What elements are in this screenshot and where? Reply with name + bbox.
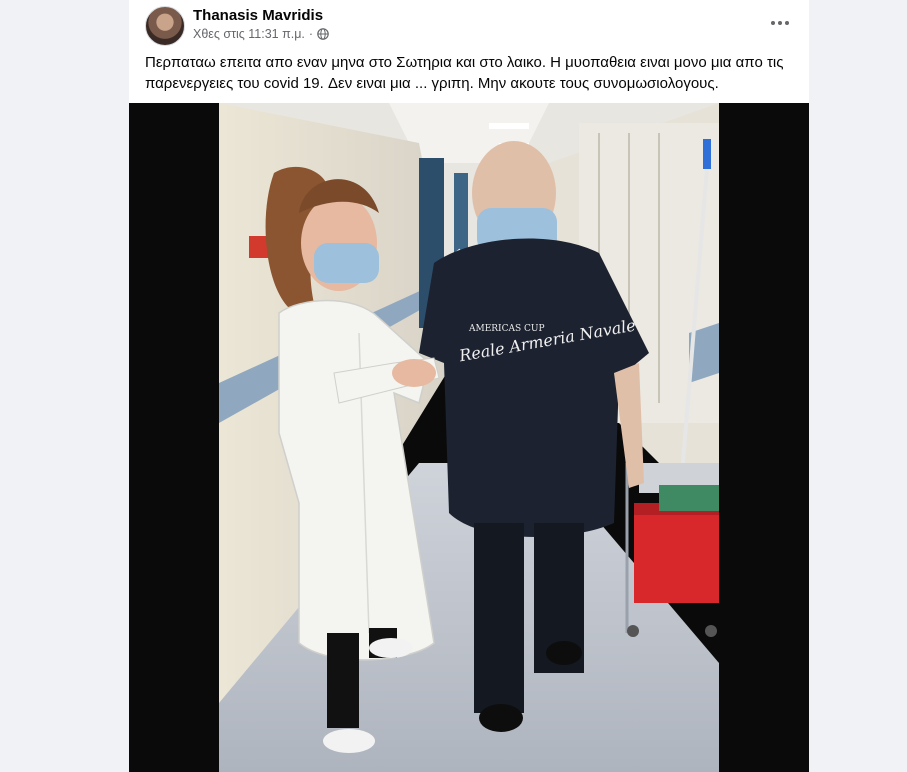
post-card: Thanasis Mavridis Χθες στις 11:31 π.μ. ·…	[129, 0, 809, 772]
post-timestamp[interactable]: Χθες στις 11:31 π.μ.	[193, 27, 305, 41]
more-dot	[778, 21, 782, 25]
post-header: Thanasis Mavridis Χθες στις 11:31 π.μ. ·	[129, 0, 809, 52]
post-media: AMERICAS CUP Reale Armeria Navale	[129, 103, 809, 772]
more-horizontal-icon	[771, 21, 775, 25]
more-dot	[785, 21, 789, 25]
post-text: Περπαταω επειτα απο εναν μηνα στο Σωτηρι…	[145, 54, 784, 92]
meta-separator: ·	[308, 27, 314, 41]
author-name[interactable]: Thanasis Mavridis	[193, 7, 323, 24]
avatar[interactable]	[145, 6, 185, 46]
post-photo[interactable]: AMERICAS CUP Reale Armeria Navale	[219, 103, 719, 772]
post-meta: Χθες στις 11:31 π.μ. ·	[193, 27, 329, 41]
more-options-button[interactable]	[765, 10, 795, 36]
globe-icon[interactable]	[317, 28, 329, 40]
